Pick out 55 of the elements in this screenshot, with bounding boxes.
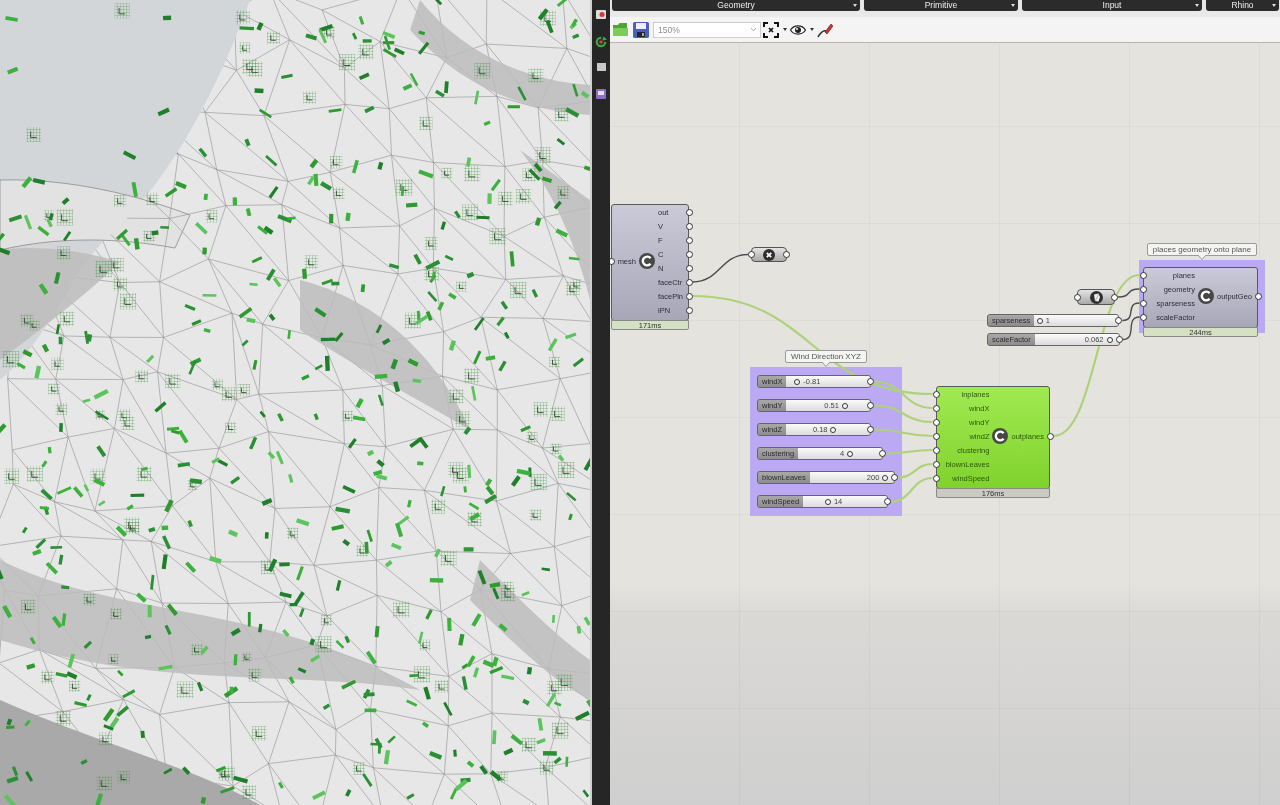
slider-thumb[interactable] [847,450,854,457]
pen-icon[interactable] [817,21,833,38]
output-port-icon[interactable] [1115,317,1123,324]
ribbon-tab[interactable]: Rhino [1206,0,1279,11]
param-node[interactable] [751,247,787,262]
panel-icon[interactable] [596,89,606,99]
output-port-icon[interactable] [1046,432,1054,440]
output-port-icon[interactable] [1111,293,1118,301]
eye-icon[interactable] [790,24,806,35]
output-port-icon[interactable] [783,251,790,258]
output-port-icon[interactable] [867,426,874,433]
cycle-icon[interactable] [595,36,607,48]
output-port-icon[interactable] [879,450,887,457]
slider-thumb[interactable] [794,378,801,385]
caret-icon [751,28,756,31]
group-label: Wind Direction XYZ [785,350,867,363]
caret-icon[interactable] [783,28,787,31]
group-label: places geometry onto plane [1146,243,1258,256]
output-port-icon[interactable] [1115,336,1123,343]
output-port-icon[interactable] [884,498,892,505]
wire [691,253,749,283]
folder-icon[interactable] [613,23,628,36]
pointer-icon [1198,255,1206,260]
ring-icon [1197,288,1214,304]
slider-thumb[interactable] [1036,317,1043,324]
slider-thumb[interactable] [830,426,837,433]
wire [874,428,933,438]
pointer-icon [822,362,830,367]
caret-icon[interactable] [810,28,814,31]
output-port-icon[interactable] [890,474,898,481]
caret-icon[interactable] [1195,4,1199,7]
slider-thumb[interactable] [882,474,889,481]
x-mark-icon [763,248,775,261]
output-port-icon[interactable] [867,378,875,385]
shape-icon [1089,290,1103,304]
square-icon[interactable] [596,63,606,71]
output-port-icon[interactable] [1254,292,1262,300]
ribbon-tab[interactable]: Primitive [864,0,1018,11]
marker-tile-icon[interactable] [596,10,606,19]
ribbon-tab[interactable]: Geometry [612,0,860,11]
wire [886,448,933,455]
param-node[interactable] [1077,289,1115,305]
caret-icon[interactable] [1011,4,1015,7]
ring-icon [638,253,655,269]
slider-thumb[interactable] [1106,336,1113,343]
slider-thumb[interactable] [824,498,831,505]
caret-icon[interactable] [1272,4,1276,7]
caret-icon[interactable] [853,4,857,7]
slider-thumb[interactable] [841,402,848,409]
ring-icon [992,428,1009,444]
ribbon-tab[interactable]: Input [1022,0,1202,11]
zoom-dropdown[interactable]: 150% [653,21,761,38]
bracket-frame-icon[interactable] [763,21,779,38]
output-port-icon[interactable] [867,402,875,409]
save-icon[interactable] [633,21,649,38]
